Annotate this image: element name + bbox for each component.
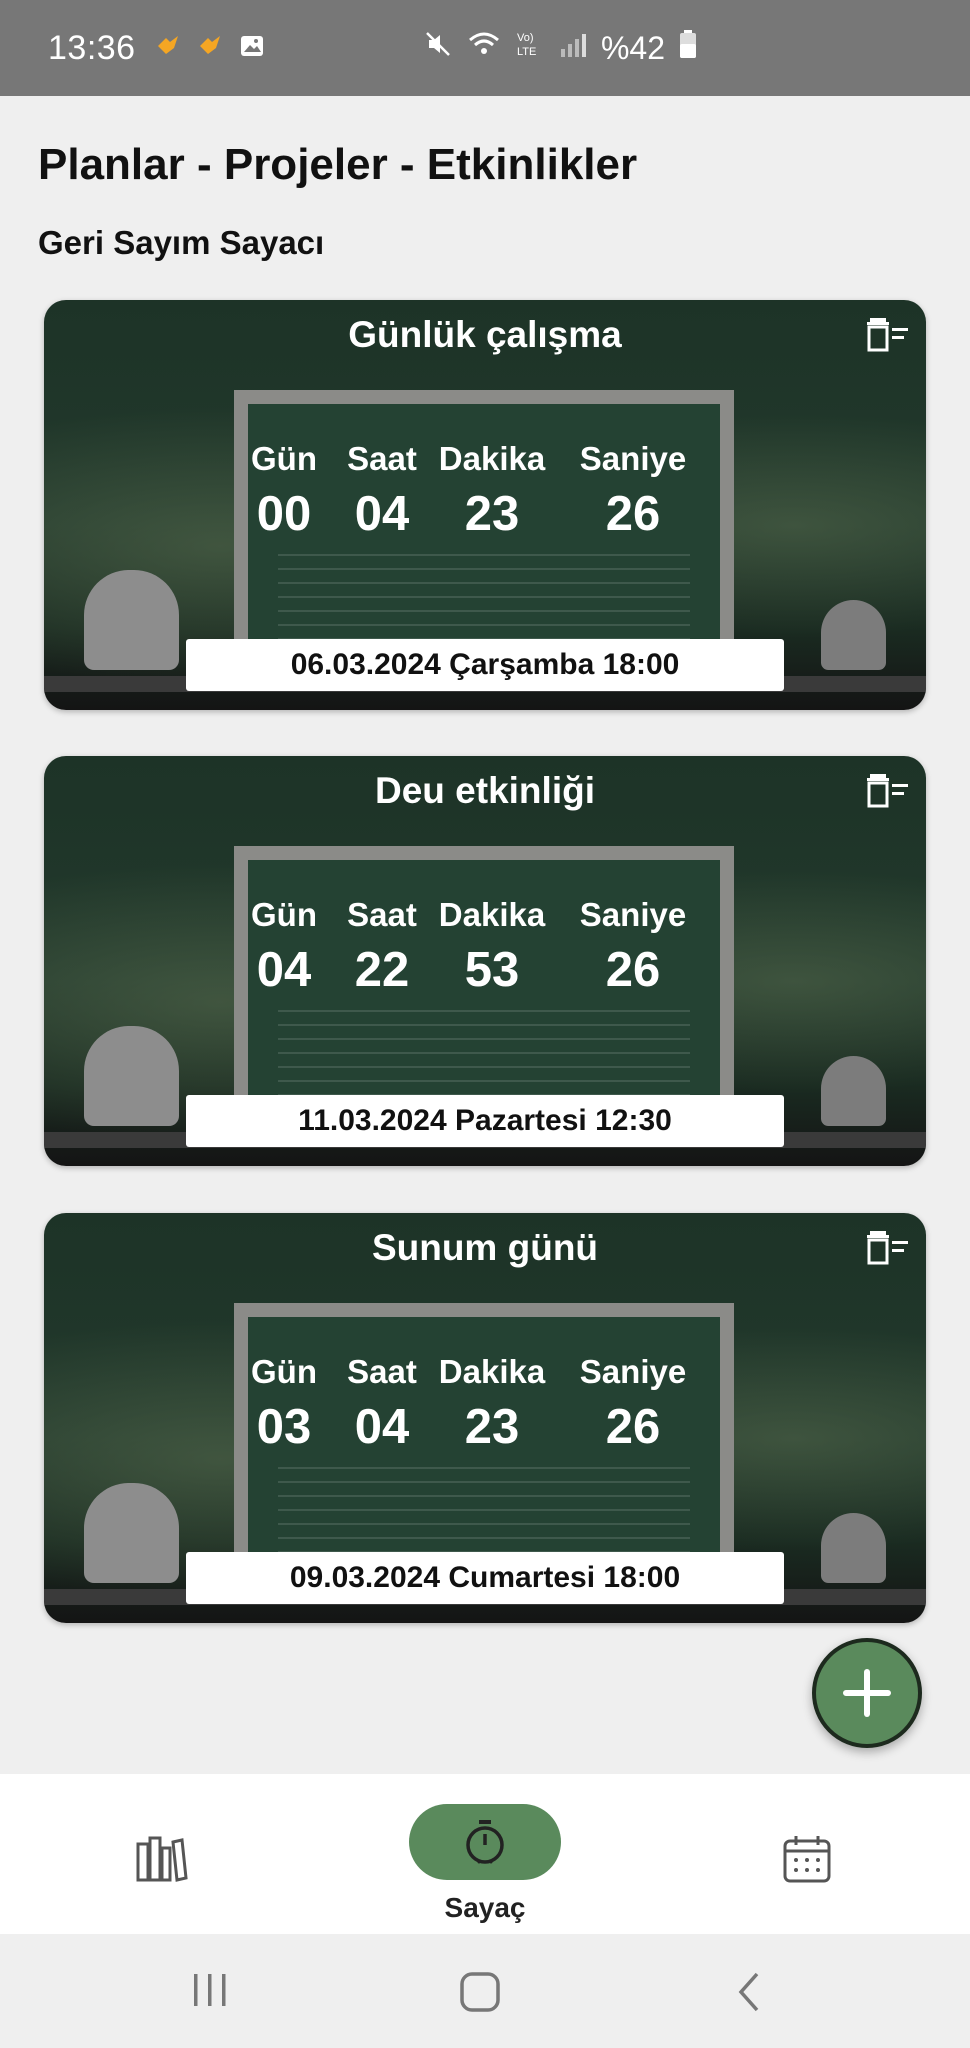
delete-icon[interactable] [866,772,910,812]
hours-label: Saat [347,896,417,933]
seconds-value: 26 [605,943,661,997]
notification-app-icon [196,32,224,65]
countdown-title: Sunum günü [371,1227,599,1268]
countdown-card[interactable]: Sunum günü Gün 03 Saat 04 Dakika 23 Sani… [44,1213,926,1623]
wifi-icon [467,29,501,67]
nav-item-timer[interactable]: Sayaç [385,1774,585,1934]
hours-value: 04 [354,487,410,541]
hours-value: 04 [354,1400,410,1454]
system-navigation-bar [0,1934,970,2048]
seconds-label: Saniye [579,896,687,933]
signal-icon [559,30,587,67]
nav-label-timer: Sayaç [444,1892,526,1923]
volte-icon: Vo) LTE [515,29,545,67]
minutes-label: Dakika [438,1353,546,1390]
add-countdown-button[interactable] [812,1638,922,1748]
page-subtitle: Geri Sayım Sayacı [38,224,325,261]
countdown-card[interactable]: Deu etkinliği Gün 04 Saat 22 Dakika 53 S… [44,756,926,1166]
nav-item-calendar[interactable] [708,1774,908,1934]
status-bar: 13:36 Vo) LTE %42 [0,0,970,96]
timer-icon [466,1820,504,1864]
delete-icon[interactable] [866,1229,910,1269]
minutes-value: 23 [464,487,520,541]
minutes-label: Dakika [438,440,546,477]
countdown-title: Deu etkinliği [375,770,595,811]
hours-label: Saat [347,1353,417,1390]
minutes-label: Dakika [438,896,546,933]
calendar-icon [782,1834,832,1889]
countdown-card[interactable]: Günlük çalışma Gün 00 Saat 04 Dakika 23 … [44,300,926,710]
days-value: 00 [256,487,312,541]
active-indicator [409,1804,561,1880]
mute-icon [423,29,453,67]
status-time: 13:36 [48,28,136,67]
battery-percent: %42 [600,29,665,66]
home-icon[interactable] [458,1970,502,2019]
nav-item-plans[interactable] [62,1774,262,1934]
page-title: Planlar - Projeler - Etkinlikler [38,140,638,189]
minutes-value: 23 [464,1400,520,1454]
seconds-label: Saniye [579,440,687,477]
target-date: 09.03.2024 Cumartesi 18:00 [186,1552,784,1604]
countdown-title: Günlük çalışma [348,314,622,355]
notification-app-icon [154,32,182,65]
days-label: Gün [251,1353,317,1390]
target-date: 11.03.2024 Pazartesi 12:30 [186,1095,784,1147]
seconds-value: 26 [605,1400,661,1454]
hours-value: 22 [354,943,410,997]
recent-apps-icon[interactable] [190,1970,230,2015]
bottom-navigation: Sayaç [0,1774,970,1934]
minutes-value: 53 [464,943,520,997]
svg-text:LTE: LTE [517,46,536,58]
target-date: 06.03.2024 Çarşamba 18:00 [186,639,784,691]
gallery-icon [238,32,266,65]
battery-icon [679,29,697,67]
back-icon[interactable] [735,1970,765,2019]
hours-label: Saat [347,440,417,477]
plus-icon [843,1669,891,1717]
seconds-label: Saniye [579,1353,687,1390]
svg-text:Vo): Vo) [517,32,534,44]
seconds-value: 26 [605,487,661,541]
days-value: 03 [256,1400,312,1454]
days-label: Gün [251,896,317,933]
days-value: 04 [256,943,312,997]
delete-icon[interactable] [866,316,910,356]
days-label: Gün [251,440,317,477]
books-icon [136,1834,188,1887]
